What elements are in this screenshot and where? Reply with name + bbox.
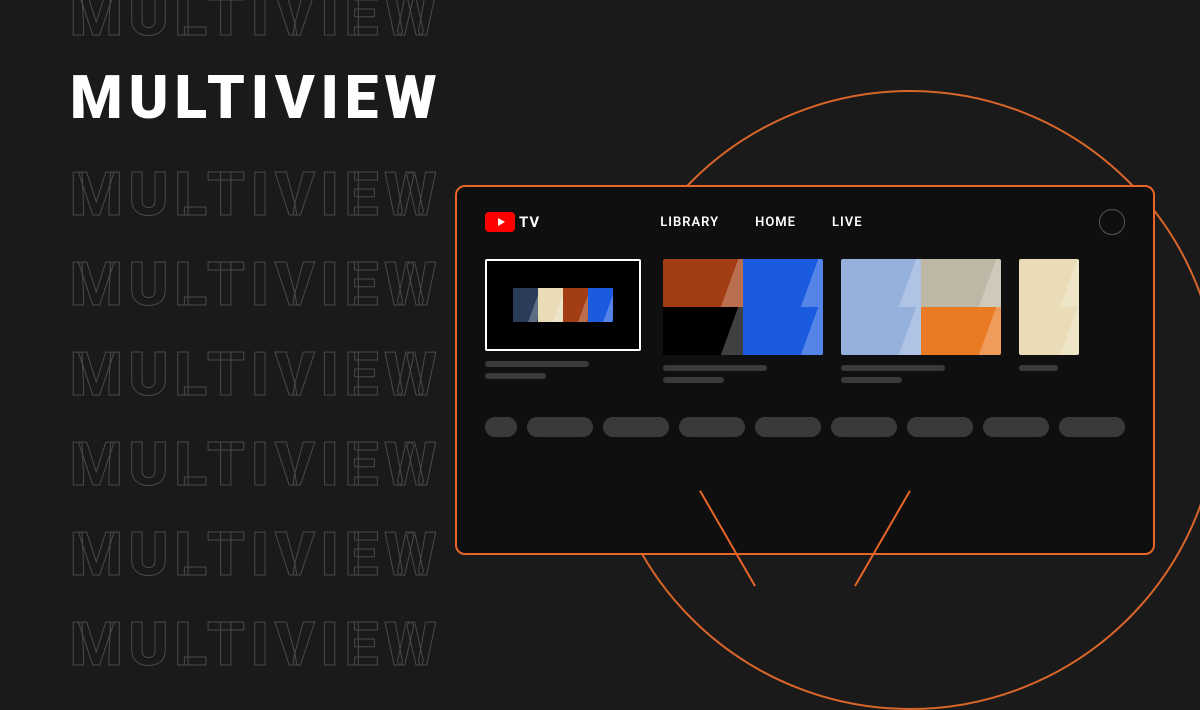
card-meta <box>663 365 823 383</box>
multiview-card[interactable] <box>485 259 645 389</box>
tv-header: TV LIBRARY HOME LIVE <box>485 209 1125 235</box>
card-meta <box>1019 365 1079 371</box>
logo-text: TV <box>519 213 540 231</box>
multiview-card[interactable] <box>1019 259 1079 389</box>
nav-live[interactable]: LIVE <box>832 215 863 230</box>
top-nav: LIBRARY HOME LIVE <box>660 215 862 230</box>
filter-pill[interactable] <box>527 417 593 437</box>
filter-pill[interactable] <box>831 417 897 437</box>
filter-pills-row <box>485 417 1125 437</box>
card-meta <box>485 361 645 379</box>
tv-stand <box>455 555 1155 605</box>
filter-pill[interactable] <box>755 417 821 437</box>
multiview-card[interactable] <box>841 259 1001 389</box>
nav-library[interactable]: LIBRARY <box>660 215 719 230</box>
nav-home[interactable]: HOME <box>755 215 796 230</box>
filter-pill[interactable] <box>1059 417 1125 437</box>
filter-pill[interactable] <box>485 417 517 437</box>
thumbnail <box>1019 259 1079 355</box>
filter-pill[interactable] <box>983 417 1049 437</box>
filter-pill[interactable] <box>603 417 669 437</box>
thumbnail <box>663 259 823 355</box>
filter-pill[interactable] <box>679 417 745 437</box>
tv-mockup: TV LIBRARY HOME LIVE <box>455 185 1155 605</box>
avatar[interactable] <box>1099 209 1125 235</box>
bg-text-line: MULTIVIEW <box>70 0 970 60</box>
youtube-play-icon <box>485 212 515 232</box>
multiview-cards-row <box>485 259 1125 389</box>
page-title: MULTIVIEW <box>70 62 443 133</box>
thumbnail <box>485 259 641 351</box>
card-meta <box>841 365 1001 383</box>
filter-pill[interactable] <box>907 417 973 437</box>
youtube-tv-logo[interactable]: TV <box>485 212 540 232</box>
tv-screen: TV LIBRARY HOME LIVE <box>455 185 1155 555</box>
multiview-card[interactable] <box>663 259 823 389</box>
thumbnail <box>841 259 1001 355</box>
